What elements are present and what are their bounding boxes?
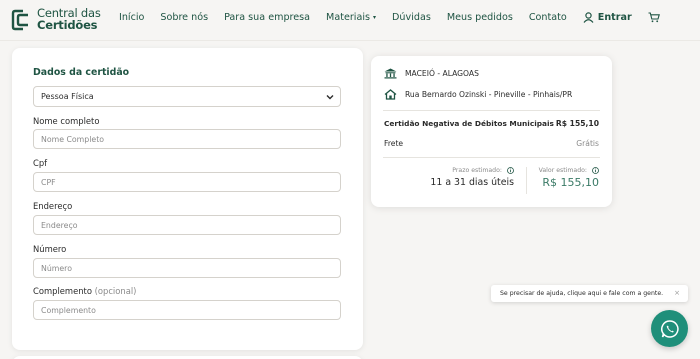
- address-row: Rua Bernardo Ozinski - Pineville - Pinha…: [384, 89, 572, 100]
- optional-tag: (opcional): [94, 286, 137, 296]
- nome-field[interactable]: [33, 129, 341, 149]
- logo-text: Central das Certidões: [37, 7, 101, 32]
- logo-icon: [11, 9, 28, 30]
- logo[interactable]: Central das Certidões: [11, 7, 101, 32]
- address-text: Rua Bernardo Ozinski - Pineville - Pinha…: [405, 90, 573, 99]
- nav-contato[interactable]: Contato: [529, 12, 567, 23]
- complemento-label: Complemento (opcional): [33, 286, 136, 296]
- prazo-value: 11 a 31 dias úteis: [430, 177, 514, 188]
- chat-tooltip-text: Se precisar de ajuda, clique aqui e fale…: [500, 290, 664, 297]
- valor-label-row: Valor estimado:: [539, 167, 599, 174]
- nav-materiais-label: Materiais: [326, 12, 371, 23]
- login-label: Entrar: [597, 12, 632, 23]
- complemento-label-text: Complemento: [33, 286, 92, 296]
- summary-divider: [383, 110, 600, 111]
- numero-field[interactable]: [33, 258, 341, 278]
- cpf-label: Cpf: [33, 158, 48, 168]
- bank-icon: [384, 68, 397, 79]
- chat-tooltip[interactable]: Se precisar de ajuda, clique aqui e fale…: [491, 285, 688, 302]
- main-nav: Início Sobre nós Para sua empresa Materi…: [119, 12, 660, 23]
- logo-line2: Certidões: [37, 17, 98, 32]
- summary-divider: [383, 157, 600, 158]
- city-row: MACEIÓ - ALAGOAS: [384, 68, 479, 79]
- valor-block: Valor estimado: R$ 155,10: [539, 167, 599, 189]
- numero-label: Número: [33, 244, 67, 254]
- close-icon[interactable]: ×: [674, 285, 680, 302]
- nav-duvidas[interactable]: Dúvidas: [392, 12, 431, 23]
- site-header: Central das Certidões Início Sobre nós P…: [0, 0, 700, 40]
- cart-icon: [648, 12, 660, 23]
- valor-value: R$ 155,10: [542, 176, 599, 189]
- cart-button[interactable]: [648, 12, 660, 23]
- section-title: Dados da certidão: [33, 67, 130, 78]
- frete-value: Grátis: [576, 139, 599, 148]
- order-summary: MACEIÓ - ALAGOAS Rua Bernardo Ozinski - …: [371, 56, 612, 207]
- whatsapp-button[interactable]: [651, 310, 688, 347]
- person-type-select[interactable]: Pessoa Física: [33, 86, 341, 107]
- whatsapp-icon: [660, 319, 679, 338]
- city-text: MACEIÓ - ALAGOAS: [405, 69, 479, 78]
- header-divider: [0, 40, 700, 41]
- frete-label: Frete: [384, 139, 404, 148]
- prazo-label-row: Prazo estimado:: [430, 167, 514, 174]
- user-icon: [583, 12, 594, 23]
- nav-materiais[interactable]: Materiais ▾: [326, 12, 376, 23]
- nav-empresa[interactable]: Para sua empresa: [224, 12, 310, 23]
- cpf-field[interactable]: [33, 172, 341, 192]
- endereco-label: Endereço: [33, 201, 73, 211]
- valor-label: Valor estimado:: [538, 167, 587, 174]
- chevron-down-icon: ▾: [373, 14, 377, 21]
- certificate-name: Certidão Negativa de Débitos Municipais: [384, 119, 554, 128]
- info-icon[interactable]: [507, 167, 514, 174]
- nome-label: Nome completo: [33, 116, 100, 126]
- person-type-value: Pessoa Física: [41, 92, 94, 101]
- endereco-field[interactable]: [33, 215, 341, 235]
- house-icon: [384, 89, 397, 100]
- login-button[interactable]: Entrar: [583, 12, 632, 23]
- certificate-price: R$ 155,10: [555, 119, 599, 128]
- chevron-down-icon: [326, 95, 334, 100]
- prazo-label: Prazo estimado:: [452, 167, 502, 174]
- complemento-field[interactable]: [33, 300, 341, 320]
- certificate-form: Dados da certidão Pessoa Física Nome com…: [12, 48, 363, 350]
- info-icon[interactable]: [592, 167, 599, 174]
- nav-inicio[interactable]: Início: [119, 12, 144, 23]
- summary-vertical-divider: [526, 167, 527, 194]
- nav-pedidos[interactable]: Meus pedidos: [447, 12, 513, 23]
- nav-sobre[interactable]: Sobre nós: [160, 12, 208, 23]
- prazo-block: Prazo estimado: 11 a 31 dias úteis: [430, 167, 514, 188]
